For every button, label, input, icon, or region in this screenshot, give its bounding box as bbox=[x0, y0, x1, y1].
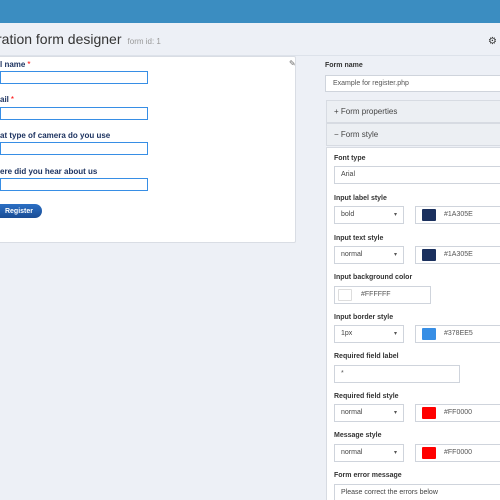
color-swatch[interactable] bbox=[338, 289, 352, 301]
message-style-select[interactable]: normal ▾ bbox=[334, 444, 404, 462]
page-title-text: ration form designer bbox=[0, 31, 122, 47]
font-type-select[interactable]: Arial bbox=[334, 166, 500, 184]
register-button[interactable]: Register bbox=[0, 204, 42, 218]
input-border-color-field[interactable]: #378EE5 bbox=[415, 325, 500, 343]
settings-gear-icon[interactable]: ⚙ bbox=[488, 36, 497, 47]
minus-icon: − bbox=[334, 130, 339, 139]
preview-label-camera: at type of camera do you use bbox=[0, 131, 111, 140]
input-label-style-label: Input label style bbox=[334, 195, 387, 202]
required-field-color-field[interactable]: #FF0000 bbox=[415, 404, 500, 422]
input-label-color-field[interactable]: #1A305E bbox=[415, 206, 500, 224]
preview-input-camera[interactable] bbox=[0, 142, 148, 155]
color-swatch[interactable] bbox=[422, 249, 436, 261]
input-text-style-select[interactable]: normal ▾ bbox=[334, 246, 404, 264]
form-properties-accordion[interactable]: + Form properties bbox=[326, 100, 500, 123]
input-label-style-select[interactable]: bold ▾ bbox=[334, 206, 404, 224]
input-text-style-label: Input text style bbox=[334, 235, 384, 242]
message-style-label: Message style bbox=[334, 432, 382, 439]
color-swatch[interactable] bbox=[422, 407, 436, 419]
required-field-label-label: Required field label bbox=[334, 353, 399, 360]
chevron-down-icon: ▾ bbox=[393, 252, 397, 258]
preview-label-name: l name * bbox=[0, 60, 31, 69]
font-type-label: Font type bbox=[334, 155, 366, 162]
required-field-label-input[interactable]: * bbox=[334, 365, 460, 383]
chevron-down-icon: ▾ bbox=[393, 212, 397, 218]
form-name-label: Form name bbox=[325, 62, 363, 69]
input-border-style-label: Input border style bbox=[334, 314, 394, 321]
top-navigation-bar bbox=[0, 0, 500, 23]
required-field-style-select[interactable]: normal ▾ bbox=[334, 404, 404, 422]
form-id-label: form id: 1 bbox=[127, 37, 161, 46]
preview-label-hear-about: ere did you hear about us bbox=[0, 167, 98, 176]
page-title: ration form designer form id: 1 bbox=[0, 31, 161, 47]
color-swatch[interactable] bbox=[422, 209, 436, 221]
preview-label-email: ail * bbox=[0, 95, 15, 104]
input-border-style-select[interactable]: 1px ▾ bbox=[334, 325, 404, 343]
required-field-style-label: Required field style bbox=[334, 393, 399, 400]
form-error-message-input[interactable]: Please correct the errors below bbox=[334, 484, 500, 500]
input-text-color-field[interactable]: #1A305E bbox=[415, 246, 500, 264]
color-swatch[interactable] bbox=[422, 447, 436, 459]
form-style-accordion[interactable]: − Form style bbox=[326, 123, 500, 146]
form-error-message-label: Form error message bbox=[334, 472, 402, 479]
chevron-down-icon: ▾ bbox=[393, 450, 397, 456]
chevron-down-icon: ▾ bbox=[393, 410, 397, 416]
form-name-input[interactable]: Example for register.php bbox=[325, 75, 500, 92]
input-background-label: Input background color bbox=[334, 274, 413, 281]
preview-input-name[interactable] bbox=[0, 71, 148, 84]
page-header: ration form designer form id: 1 ⚙ bbox=[0, 23, 500, 56]
message-color-field[interactable]: #FF0000 bbox=[415, 444, 500, 462]
input-background-color-field[interactable]: #FFFFFF bbox=[334, 286, 431, 304]
chevron-down-icon: ▾ bbox=[393, 331, 397, 337]
preview-input-email[interactable] bbox=[0, 107, 148, 120]
required-mark: * bbox=[27, 60, 31, 69]
edit-pin-icon[interactable]: ✎ bbox=[289, 59, 296, 68]
required-mark: * bbox=[10, 95, 15, 104]
preview-input-hear-about[interactable] bbox=[0, 178, 148, 191]
plus-icon: + bbox=[334, 107, 339, 116]
color-swatch[interactable] bbox=[422, 328, 436, 340]
